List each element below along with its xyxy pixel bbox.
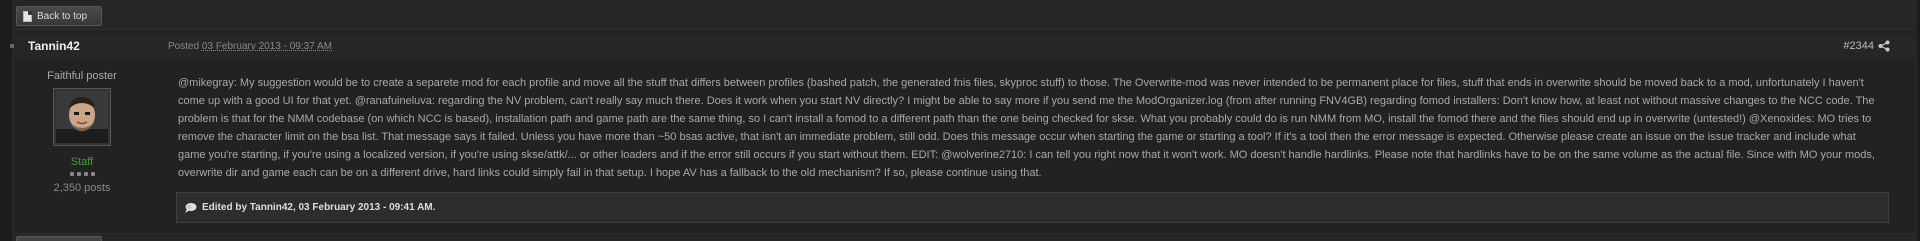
avatar-image (56, 91, 108, 143)
document-icon (23, 10, 32, 22)
author-role: Staff (70, 156, 94, 168)
posted-prefix: Posted (168, 41, 200, 52)
bullet-icon (10, 44, 14, 48)
back-to-top-label: Back to top (37, 10, 88, 22)
rank-pip (69, 172, 74, 176)
author-name[interactable]: Tannin42 (28, 39, 80, 53)
back-to-top-button[interactable]: Back to top (16, 6, 102, 26)
post-number-link[interactable]: #2344 (1843, 40, 1874, 52)
author-rank: Faithful poster (47, 70, 117, 82)
user-avatar[interactable] (53, 88, 111, 146)
share-icon[interactable] (1878, 40, 1890, 52)
edited-text: Edited by Tannin42, 03 February 2013 - 0… (202, 202, 436, 213)
posted-info: Posted 03 February 2013 - 09:37 AM (168, 41, 332, 52)
bottom-back-to-top-button[interactable] (16, 236, 102, 241)
rank-pips (28, 172, 136, 176)
speech-bubble-icon (185, 202, 197, 213)
bottom-bar (12, 233, 1917, 241)
rank-pip (83, 172, 88, 176)
rank-pip (90, 172, 95, 176)
posted-date: 03 February 2013 - 09:37 AM (201, 41, 332, 52)
author-sidebar: Faithful poster Staff 2,350 posts (28, 70, 136, 194)
rank-pip (76, 172, 81, 176)
top-bar (12, 0, 1917, 30)
author-post-count: 2,350 posts (53, 182, 111, 194)
post-body: @mikegray: My suggestion would be to cre… (178, 77, 1875, 179)
edited-notice: Edited by Tannin42, 03 February 2013 - 0… (176, 192, 1889, 223)
